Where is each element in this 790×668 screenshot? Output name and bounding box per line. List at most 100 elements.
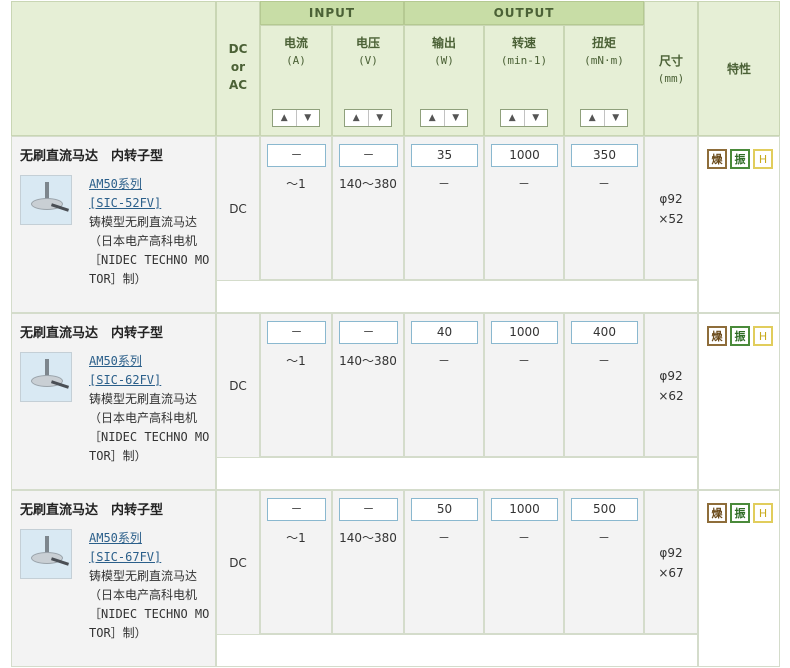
current-value: ～1 — [286, 177, 306, 191]
dc-ac-header: DC or AC — [216, 1, 260, 136]
size-header: 尺寸 (mm) — [644, 1, 698, 136]
speed-value: － — [517, 531, 530, 545]
speed-field[interactable]: 1000 — [491, 144, 558, 167]
model-link[interactable]: [SIC-67FV] — [89, 548, 213, 567]
row-footer — [216, 634, 698, 667]
size-cell: φ92 ×62 — [644, 313, 698, 457]
output-power-label: 输出 — [431, 36, 456, 50]
voltage-cell: － 140～380 — [332, 490, 404, 634]
current-field[interactable]: － — [267, 144, 326, 167]
model-link[interactable]: [SIC-62FV] — [89, 371, 213, 390]
speed-cell: 1000 － — [484, 313, 564, 457]
sort-desc-icon[interactable]: ▼ — [297, 110, 320, 126]
size-unit: (mm) — [657, 72, 685, 85]
torque-unit: (mN·m) — [584, 54, 624, 67]
motor-thumbnail[interactable] — [20, 352, 72, 402]
vibration-badge-icon: 振 — [730, 149, 750, 169]
current-value: ～1 — [286, 354, 306, 368]
speed-value: － — [517, 177, 530, 191]
product-title: 无刷直流马达 内转子型 — [20, 326, 164, 341]
output-power-field[interactable]: 40 — [411, 321, 478, 344]
dc-ac-label-2: or — [230, 60, 246, 74]
sort-asc-icon[interactable]: ▲ — [345, 110, 369, 126]
current-value: ～1 — [286, 531, 306, 545]
voltage-field[interactable]: － — [339, 144, 398, 167]
table-header: DC or AC INPUT OUTPUT 电流 (A) ▲ ▼ 电压 (V) … — [11, 1, 780, 136]
dc-ac-label-3: AC — [228, 78, 248, 92]
output-power-field[interactable]: 50 — [411, 498, 478, 521]
voltage-value: 140～380 — [339, 354, 397, 368]
speed-value: － — [517, 354, 530, 368]
current-label: 电流 — [283, 36, 308, 50]
torque-value: － — [597, 177, 610, 191]
speed-field[interactable]: 1000 — [491, 321, 558, 344]
motor-thumbnail[interactable] — [20, 529, 72, 579]
sort-asc-icon[interactable]: ▲ — [501, 110, 525, 126]
voltage-field[interactable]: － — [339, 321, 398, 344]
product-header-cell — [11, 1, 216, 136]
output-power-value: － — [437, 354, 450, 368]
voltage-sort-control: ▲ ▼ — [344, 109, 392, 127]
current-header: 电流 (A) ▲ ▼ — [260, 25, 332, 136]
series-link[interactable]: AM50系列 — [89, 352, 213, 371]
output-power-cell: 40 － — [404, 313, 484, 457]
dc-ac-value: DC — [229, 379, 247, 393]
torque-cell: 400 － — [564, 313, 644, 457]
dc-ac-label-1: DC — [228, 42, 248, 56]
size-cell: φ92 ×67 — [644, 490, 698, 634]
table-row: 无刷直流马达 内转子型 AM50系列 [SIC-67FV] 铸模型无刷直流马达（… — [11, 490, 780, 667]
output-group-header: OUTPUT — [404, 1, 644, 25]
vibration-badge-icon: 振 — [730, 326, 750, 346]
torque-field[interactable]: 350 — [571, 144, 638, 167]
size-length: ×52 — [658, 212, 684, 226]
output-power-value: － — [437, 177, 450, 191]
voltage-value: 140～380 — [339, 531, 397, 545]
torque-sort-control: ▲ ▼ — [580, 109, 628, 127]
sort-desc-icon[interactable]: ▼ — [525, 110, 548, 126]
sort-desc-icon[interactable]: ▼ — [369, 110, 392, 126]
sort-asc-icon[interactable]: ▲ — [421, 110, 445, 126]
speed-cell: 1000 － — [484, 136, 564, 280]
voltage-cell: － 140～380 — [332, 136, 404, 280]
motor-thumbnail[interactable] — [20, 175, 72, 225]
series-link[interactable]: AM50系列 — [89, 175, 213, 194]
output-power-cell: 35 － — [404, 136, 484, 280]
product-description: 铸模型无刷直流马达（日本电产高科电机［NIDEC TECHNO MOTOR］制） — [89, 215, 210, 286]
speed-unit: (min-1) — [500, 54, 548, 67]
product-description: 铸模型无刷直流马达（日本电产高科电机［NIDEC TECHNO MOTOR］制） — [89, 569, 210, 640]
voltage-cell: － 140～380 — [332, 313, 404, 457]
output-power-field[interactable]: 35 — [411, 144, 478, 167]
voltage-unit: (V) — [358, 54, 378, 67]
current-cell: － ～1 — [260, 490, 332, 634]
current-cell: － ～1 — [260, 313, 332, 457]
table-row: 无刷直流马达 内转子型 AM50系列 [SIC-62FV] 铸模型无刷直流马达（… — [11, 313, 780, 490]
sort-desc-icon[interactable]: ▼ — [445, 110, 468, 126]
dryness-badge-icon: 燥 — [707, 503, 727, 523]
speed-label: 转速 — [511, 36, 536, 50]
dryness-badge-icon: 燥 — [707, 326, 727, 346]
speed-cell: 1000 － — [484, 490, 564, 634]
torque-field[interactable]: 500 — [571, 498, 638, 521]
output-power-value: － — [437, 531, 450, 545]
h-class-badge-icon: H — [753, 149, 773, 169]
sort-asc-icon[interactable]: ▲ — [581, 110, 605, 126]
model-link[interactable]: [SIC-52FV] — [89, 194, 213, 213]
speed-field[interactable]: 1000 — [491, 498, 558, 521]
product-description: 铸模型无刷直流马达（日本电产高科电机［NIDEC TECHNO MOTOR］制） — [89, 392, 210, 463]
sort-asc-icon[interactable]: ▲ — [273, 110, 297, 126]
row-footer — [216, 457, 698, 490]
features-cell: 燥 振 H — [698, 136, 780, 313]
torque-field[interactable]: 400 — [571, 321, 638, 344]
dryness-badge-icon: 燥 — [707, 149, 727, 169]
current-field[interactable]: － — [267, 321, 326, 344]
size-diameter: φ92 — [659, 546, 683, 560]
series-link[interactable]: AM50系列 — [89, 529, 213, 548]
sort-desc-icon[interactable]: ▼ — [605, 110, 628, 126]
input-group-header: INPUT — [260, 1, 404, 25]
output-power-unit: (W) — [434, 54, 454, 67]
dc-ac-value: DC — [229, 556, 247, 570]
current-unit: (A) — [286, 54, 306, 67]
torque-cell: 500 － — [564, 490, 644, 634]
current-field[interactable]: － — [267, 498, 326, 521]
voltage-field[interactable]: － — [339, 498, 398, 521]
